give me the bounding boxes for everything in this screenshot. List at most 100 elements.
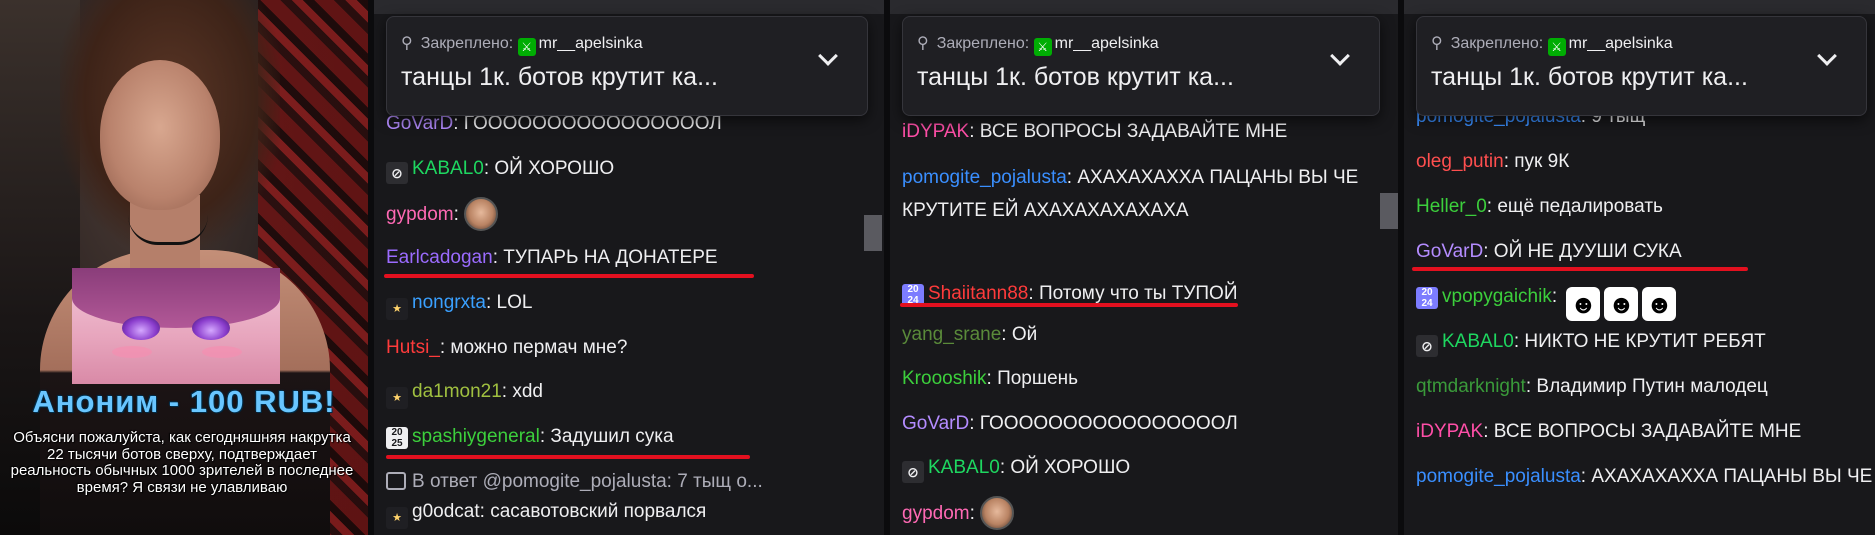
pinned-message-card[interactable]: ⚲ Закреплено: ⚔ mr__apelsinka танцы 1к. бот… bbox=[1416, 16, 1867, 116]
chat-message: gypdom: bbox=[902, 496, 1378, 530]
chat-message: ⊘ KABAL0: ОЙ ХОРОШО bbox=[386, 152, 864, 185]
year-2024-icon[interactable]: 20 24 bbox=[1416, 287, 1438, 309]
chat-separator: : bbox=[1503, 151, 1515, 172]
red-underline bbox=[384, 274, 754, 278]
chat-username[interactable]: Kroooshik bbox=[902, 368, 987, 389]
chat-message: GoVarD: ОЙ НЕ ДУУШИ СУКА bbox=[1416, 235, 1855, 268]
chevron-down-icon[interactable] bbox=[1330, 46, 1350, 66]
pin-icon: ⚲ bbox=[401, 35, 413, 52]
chat-message-text: xdd bbox=[512, 381, 543, 402]
chat-message: ⊘ KABAL0: НИКТО НЕ КРУТИТ РЕБЯТ bbox=[1416, 325, 1855, 358]
chat-username[interactable]: KABAL0 bbox=[928, 457, 1000, 478]
chat-message: iDYPAK: ВСЕ ВОПРОСЫ ЗАДАВАЙТЕ МНЕ bbox=[902, 115, 1378, 148]
chat-username[interactable]: da1mon21 bbox=[412, 381, 502, 402]
chat-separator: : bbox=[539, 426, 551, 447]
chat-username[interactable]: GoVarD bbox=[1416, 241, 1483, 262]
face-emote-icon[interactable] bbox=[464, 197, 499, 231]
donation-message: Объясни пожалуйста, как сегодняшняя накр… bbox=[10, 429, 354, 496]
mod-icon[interactable]: ⊘ bbox=[902, 461, 924, 483]
chat-username[interactable]: Hutsi_ bbox=[386, 337, 440, 358]
chevron-down-icon[interactable] bbox=[1817, 46, 1837, 66]
chat-separator: : bbox=[453, 113, 464, 134]
chat-username[interactable]: nongrxta bbox=[412, 292, 486, 313]
mod-icon[interactable]: ⊘ bbox=[386, 162, 408, 184]
chat-separator: : bbox=[501, 381, 513, 402]
pinned-username[interactable]: mr__apelsinka bbox=[539, 35, 643, 52]
smile-emote-icon[interactable]: ☻ bbox=[1566, 287, 1601, 321]
pinned-label: Закреплено: bbox=[936, 35, 1030, 52]
chat-username[interactable]: Earlcadogan bbox=[386, 247, 493, 268]
chat-username[interactable]: gypdom bbox=[386, 204, 454, 225]
chat-username[interactable]: Heller_0 bbox=[1416, 196, 1487, 217]
sub-icon[interactable]: ★ bbox=[386, 507, 408, 529]
chat-scrollbar[interactable] bbox=[864, 215, 882, 251]
chat-username[interactable]: KABAL0 bbox=[1442, 331, 1514, 352]
chat-message-text: ГООООООООООООООООЛ bbox=[463, 113, 722, 134]
pinned-label: Закреплено: bbox=[420, 35, 514, 52]
pinned-text: танцы 1к. ботов крутит ка... bbox=[1431, 63, 1748, 91]
chat-username[interactable]: KABAL0 bbox=[412, 158, 484, 179]
chat-separator: : bbox=[1066, 167, 1078, 188]
chat-separator: : bbox=[999, 457, 1011, 478]
chat-separator: : bbox=[1486, 196, 1498, 217]
chat-username[interactable]: oleg_putin bbox=[1416, 151, 1504, 172]
chat-username[interactable]: GoVarD bbox=[386, 113, 453, 134]
chat-username[interactable]: g0odcat bbox=[412, 501, 480, 522]
chat-message: ★ da1mon21: xdd bbox=[386, 375, 864, 409]
chat-username[interactable]: Shaiitann88 bbox=[928, 283, 1028, 304]
chat-scrollbar[interactable] bbox=[1380, 193, 1398, 229]
donation-anime-image bbox=[72, 268, 280, 384]
chat-message: Earlcadogan: ТУПАРЬ НА ДОНАТЕРЕ bbox=[386, 241, 864, 274]
chat-username[interactable]: vpopygaichik bbox=[1442, 286, 1552, 307]
chat-panel-2: iDYPAK: ВСЕ ВОПРОСЫ ЗАДАВАЙТЕ МНЕ pomogit… bbox=[890, 0, 1398, 535]
chat-message-text: ОЙ ХОРОШО bbox=[1010, 457, 1131, 478]
chat-username[interactable]: yang_srane bbox=[902, 324, 1001, 345]
pinned-label: Закреплено: bbox=[1450, 35, 1544, 52]
sub-icon[interactable]: ★ bbox=[386, 387, 408, 409]
pinned-username[interactable]: mr__apelsinka bbox=[1569, 35, 1673, 52]
chat-separator: : bbox=[1483, 241, 1494, 262]
chat-username[interactable]: spashiygeneral bbox=[412, 426, 540, 447]
chat-message: ⊘ KABAL0: ОЙ ХОРОШО bbox=[902, 451, 1378, 484]
chat-message-text: можно пермач мне? bbox=[450, 337, 628, 358]
chat-message-text: АХАХАХАХХА ПАЦАНЫ ВЫ ЧЕ КРУТИТЕ ЕЙ bbox=[1591, 466, 1875, 487]
chat-separator: : bbox=[483, 158, 495, 179]
chat-username[interactable]: iDYPAK bbox=[1416, 421, 1483, 442]
chat-separator: : bbox=[479, 501, 491, 522]
chat-message: ★ g0odcat: сасавотовский порвался bbox=[386, 495, 864, 529]
chat-message-text: ОЙ НЕ ДУУШИ СУКА bbox=[1493, 241, 1682, 262]
chat-reply-header: В ответ @pomogite_pojalusta: 7 тыщ о... bbox=[386, 465, 864, 498]
chat-message: iDYPAK: ВСЕ ВОПРОСЫ ЗАДАВАЙТЕ МНЕ bbox=[1416, 415, 1855, 448]
sub-icon[interactable]: ★ bbox=[386, 298, 408, 320]
chat-username[interactable]: pomogite_pojalusta bbox=[1416, 466, 1581, 487]
chat-message-text: ВСЕ ВОПРОСЫ ЗАДАВАЙТЕ МНЕ bbox=[979, 121, 1288, 142]
chat-username[interactable]: GoVarD bbox=[902, 413, 969, 434]
chat-message-text: ВСЕ ВОПРОСЫ ЗАДАВАЙТЕ МНЕ bbox=[1493, 421, 1802, 442]
chat-message-text: ещё педалировать bbox=[1497, 196, 1663, 217]
year-2025-icon[interactable]: 20 25 bbox=[386, 427, 408, 449]
chat-separator: : bbox=[485, 292, 497, 313]
chat-username[interactable]: pomogite_pojalusta bbox=[902, 167, 1067, 188]
chevron-down-icon[interactable] bbox=[818, 46, 838, 66]
chat-username[interactable]: iDYPAK bbox=[902, 121, 969, 142]
chat-message: Heller_0: ещё педалировать bbox=[1416, 190, 1855, 223]
chat-separator: : bbox=[986, 368, 998, 389]
chat-message-text: НИКТО НЕ КРУТИТ РЕБЯТ bbox=[1524, 331, 1766, 352]
pinned-text: танцы 1к. ботов крутит ка... bbox=[917, 63, 1234, 91]
chat-message: ★ nongrxta: LOL bbox=[386, 286, 864, 320]
pinned-username[interactable]: mr__apelsinka bbox=[1055, 35, 1159, 52]
chat-message: pomogite_pojalusta: АХАХАХАХХА ПАЦАНЫ ВЫ… bbox=[1416, 460, 1875, 493]
smile-emote-icon[interactable]: ☻ bbox=[1642, 287, 1677, 321]
chat-message-text: Задушил сука bbox=[550, 426, 674, 447]
pinned-header: ⚲ Закреплено: ⚔ mr__apelsinka bbox=[401, 33, 643, 56]
pinned-message-card[interactable]: ⚲ Закреплено: ⚔ mr__apelsinka танцы 1к. бот… bbox=[386, 16, 868, 116]
sword-badge-icon: ⚔ bbox=[1547, 38, 1566, 56]
chat-separator: : bbox=[1513, 331, 1525, 352]
chat-username[interactable]: qtmdarknight bbox=[1416, 376, 1526, 397]
chat-username[interactable]: gypdom bbox=[902, 503, 970, 524]
reply-text[interactable]: В ответ @pomogite_pojalusta: 7 тыщ о... bbox=[412, 471, 763, 492]
smile-emote-icon[interactable]: ☻ bbox=[1604, 287, 1639, 321]
face-emote-icon[interactable] bbox=[980, 496, 1015, 530]
mod-icon[interactable]: ⊘ bbox=[1416, 335, 1438, 357]
pinned-message-card[interactable]: ⚲ Закреплено: ⚔ mr__apelsinka танцы 1к. бот… bbox=[902, 16, 1380, 116]
